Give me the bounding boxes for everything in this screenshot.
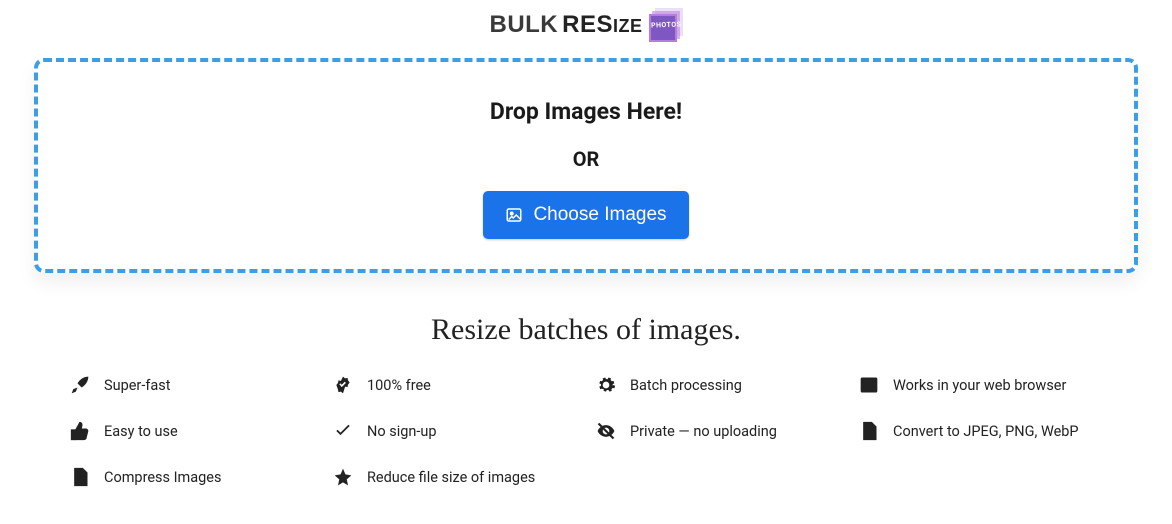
- feature-item: Super-fast: [70, 375, 313, 395]
- feature-label: Private — no uploading: [630, 423, 777, 440]
- badge-check-icon: [333, 375, 353, 395]
- feature-item: Easy to use: [70, 421, 313, 441]
- feature-label: 100% free: [367, 377, 431, 394]
- feature-item: Reduce file size of images: [333, 467, 576, 487]
- thumbs-up-icon: [70, 421, 90, 441]
- feature-item: Compress Images: [70, 467, 313, 487]
- feature-item: No sign-up: [333, 421, 576, 441]
- check-icon: [333, 421, 353, 441]
- feature-item: 10 Convert to JPEG, PNG, WebP: [859, 421, 1102, 441]
- feature-item: Batch processing: [596, 375, 839, 395]
- feature-label: Easy to use: [104, 423, 178, 440]
- browser-window-icon: [859, 375, 879, 395]
- feature-label: No sign-up: [367, 423, 437, 440]
- feature-item: Works in your web browser: [859, 375, 1102, 395]
- file-type-icon: 10: [859, 421, 879, 441]
- eye-off-icon: [596, 421, 616, 441]
- feature-item: Private — no uploading: [596, 421, 839, 441]
- feature-label: Reduce file size of images: [367, 469, 535, 486]
- photos-badge-icon: PHOTOS: [647, 8, 683, 42]
- feature-label: Works in your web browser: [893, 377, 1066, 394]
- dropzone-heading: Drop Images Here!: [58, 98, 1114, 125]
- feature-grid: Super-fast 100% free Batch processing Wo…: [0, 375, 1172, 507]
- feature-label: Compress Images: [104, 469, 221, 486]
- feature-label: Convert to JPEG, PNG, WebP: [893, 423, 1079, 440]
- compress-icon: [70, 467, 90, 487]
- feature-label: Batch processing: [630, 377, 742, 394]
- choose-images-label: Choose Images: [533, 204, 666, 226]
- feature-label: Super-fast: [104, 377, 171, 394]
- image-icon: [505, 206, 523, 224]
- logo-word-resize: RESIZE: [562, 11, 642, 39]
- gear-icon: [596, 375, 616, 395]
- dropzone-or: OR: [58, 147, 1114, 171]
- feature-item: 100% free: [333, 375, 576, 395]
- rocket-icon: [70, 375, 90, 395]
- logo-word-bulk: BULK: [489, 11, 558, 39]
- star-icon: [333, 467, 353, 487]
- svg-text:10: 10: [866, 432, 872, 438]
- tagline: Resize batches of images.: [0, 313, 1172, 347]
- choose-images-button[interactable]: Choose Images: [483, 191, 688, 239]
- logo: BULK RESIZE PHOTOS: [0, 0, 1172, 50]
- dropzone[interactable]: Drop Images Here! OR Choose Images: [34, 58, 1138, 273]
